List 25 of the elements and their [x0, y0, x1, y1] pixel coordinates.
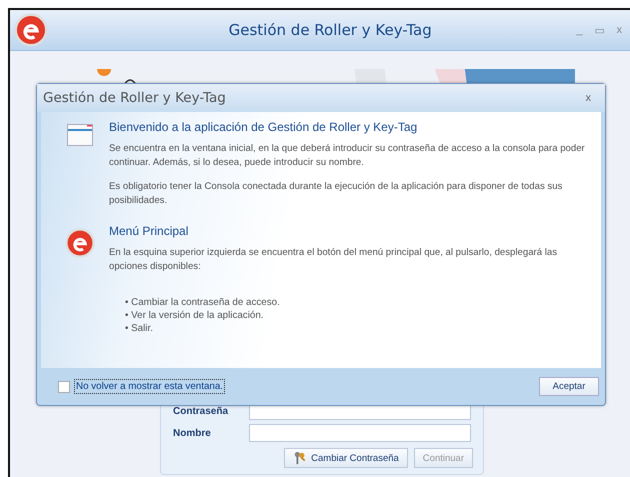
paragraph: Es obligatorio tener la Consola conectada durante la ejecución de la aplicación para disponer de todas sus posibilidades. [109, 180, 564, 208]
field-label: Contraseña [173, 406, 230, 416]
dialog-title: Gestión de Roller y Key-Tag [43, 90, 226, 106]
keys-icon [293, 451, 308, 465]
paragraph: En la esquina superior izquierda se encuentra el botón del menú principal que, al pulsarlo, desplegará las opciones disponibles: [109, 246, 558, 274]
window-title: Gestión de Roller y Key-Tag [228, 21, 433, 39]
checkbox-label[interactable]: No volver a mostrar esta ventana. [74, 379, 226, 394]
checkbox[interactable] [58, 380, 70, 392]
window-icon [67, 124, 93, 146]
paragraph: Se encuentra en la ventana inicial, en la que deberá introducir su contraseña de acceso a la consola para poder continuar. Además, si lo desea, puede introducir su nombre. [109, 142, 586, 170]
list-item: • Salir. [125, 322, 154, 335]
section-heading: Menú Principal [109, 224, 190, 238]
app-logo-icon[interactable] [14, 13, 48, 47]
input-field[interactable] [249, 424, 471, 442]
list-item: • Ver la versión de la aplicación. [125, 309, 264, 322]
app-logo-icon [65, 228, 95, 258]
section-heading: Bienvenido a la aplicación de Gestión de Roller y Key-Tag [109, 120, 418, 134]
field-label: Nombre [173, 428, 212, 438]
accept-button[interactable]: Aceptar [539, 377, 599, 396]
maximize-button[interactable]: ▭ [590, 24, 608, 36]
close-button[interactable]: x [580, 91, 597, 105]
change-password-button[interactable]: Cambiar Contraseña [284, 448, 408, 468]
list-item: • Cambiar la contraseña de acceso. [125, 296, 281, 309]
close-button[interactable]: x [612, 24, 626, 36]
minimize-button[interactable]: _ [572, 24, 586, 36]
